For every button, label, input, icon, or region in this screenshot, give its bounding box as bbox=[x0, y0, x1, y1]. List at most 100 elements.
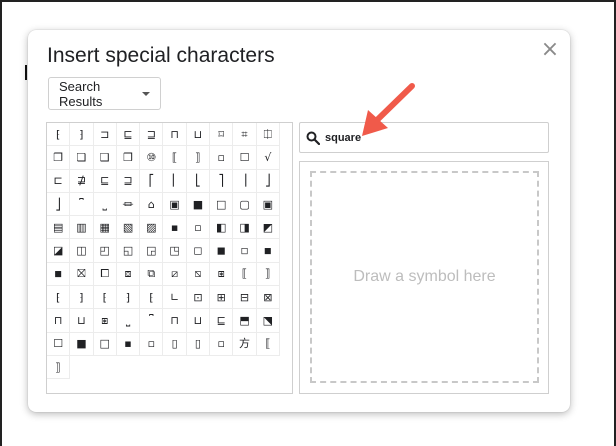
symbol-cell[interactable]: ⊓ bbox=[47, 309, 71, 333]
symbol-cell[interactable]: ⎵ bbox=[116, 309, 141, 333]
symbol-cell[interactable]: ⌗ bbox=[233, 123, 257, 147]
symbol-cell[interactable]: ⁆ bbox=[70, 123, 94, 147]
symbol-cell[interactable]: ⎦ bbox=[47, 192, 71, 217]
symbol-cell[interactable]: ⎥ bbox=[233, 169, 257, 193]
symbol-cell[interactable]: ⧄ bbox=[163, 262, 187, 287]
symbol-cell[interactable]: ▣ bbox=[256, 192, 280, 217]
symbol-cell[interactable]: ▣ bbox=[163, 192, 187, 217]
symbol-cell[interactable]: ⎢ bbox=[163, 169, 187, 193]
symbol-cell[interactable]: ⁅ bbox=[93, 286, 117, 310]
draw-symbol-canvas[interactable]: Draw a symbol here bbox=[310, 171, 539, 383]
symbol-cell[interactable]: ▯ bbox=[186, 332, 211, 356]
symbol-cell[interactable]: ⧈ bbox=[116, 262, 141, 287]
symbol-cell[interactable]: ⎤ bbox=[210, 169, 234, 193]
symbol-cell[interactable]: ⁅ bbox=[47, 286, 71, 310]
symbol-cell[interactable]: ◼ bbox=[210, 239, 234, 263]
symbol-cell[interactable]: ⊑ bbox=[93, 169, 117, 193]
symbol-search-field[interactable] bbox=[299, 122, 549, 153]
symbol-cell[interactable]: ▤ bbox=[47, 216, 71, 240]
symbol-cell[interactable]: ⊓ bbox=[163, 123, 187, 147]
symbol-cell[interactable]: ▪ bbox=[116, 332, 141, 356]
symbol-cell[interactable]: ⊑ bbox=[116, 123, 141, 147]
symbol-cell[interactable]: ⧆ bbox=[210, 262, 234, 287]
symbol-cell[interactable]: ⛝ bbox=[70, 262, 94, 287]
symbol-cell[interactable]: 方 bbox=[233, 332, 257, 356]
symbol-cell[interactable]: ▫ bbox=[210, 332, 234, 356]
symbol-cell[interactable]: √ bbox=[256, 146, 280, 170]
symbol-cell[interactable]: ⧆ bbox=[93, 309, 117, 333]
symbol-cell[interactable]: ◾ bbox=[47, 262, 71, 287]
symbol-cell[interactable]: ▪ bbox=[163, 216, 187, 240]
symbol-cell[interactable]: ⊐ bbox=[93, 123, 117, 147]
symbol-cell[interactable]: ❐ bbox=[47, 146, 71, 170]
symbol-cell[interactable]: ⎣ bbox=[186, 169, 211, 193]
symbol-cell[interactable]: ⊒ bbox=[116, 169, 141, 193]
symbol-cell[interactable]: ◾ bbox=[256, 239, 280, 263]
symbol-cell[interactable]: ◰ bbox=[93, 239, 117, 263]
symbol-cell[interactable]: ⊔ bbox=[186, 123, 211, 147]
symbol-cell[interactable]: ⁅ bbox=[140, 286, 164, 310]
symbol-cell[interactable]: ◧ bbox=[210, 216, 234, 240]
symbol-cell[interactable]: ❑ bbox=[93, 146, 117, 170]
symbol-cell[interactable]: ⊏ bbox=[47, 169, 71, 193]
symbol-cell[interactable]: ▫ bbox=[186, 216, 211, 240]
symbol-cell[interactable]: ⊔ bbox=[186, 309, 211, 333]
search-input[interactable] bbox=[325, 131, 525, 144]
symbol-cell[interactable]: ▯ bbox=[163, 332, 187, 356]
symbol-cell[interactable]: ⊞ bbox=[210, 286, 234, 310]
symbol-cell[interactable]: ◳ bbox=[163, 239, 187, 263]
symbol-cell[interactable]: ⎡ bbox=[140, 169, 164, 193]
symbol-cell[interactable]: ⟧ bbox=[47, 355, 71, 380]
symbol-cell[interactable]: ⊑ bbox=[210, 309, 234, 333]
symbol-cell[interactable]: □ bbox=[210, 192, 234, 217]
symbol-cell[interactable]: ⎴ bbox=[70, 192, 94, 217]
symbol-cell[interactable]: ▨ bbox=[140, 216, 164, 240]
symbol-cell[interactable]: ◲ bbox=[140, 239, 164, 263]
symbol-cell[interactable]: ☐ bbox=[233, 146, 257, 170]
symbol-cell[interactable]: ⁅ bbox=[47, 123, 71, 147]
symbol-cell[interactable]: ❒ bbox=[116, 146, 141, 170]
symbol-cell[interactable]: ⌂ bbox=[140, 192, 164, 217]
symbol-cell[interactable]: ◱ bbox=[116, 239, 141, 263]
symbol-cell[interactable]: ⊡ bbox=[186, 286, 211, 310]
symbol-cell[interactable]: □ bbox=[93, 332, 117, 356]
symbol-cell[interactable]: ◻ bbox=[186, 239, 211, 263]
symbol-cell[interactable]: ⎦ bbox=[256, 169, 280, 193]
symbol-cell[interactable]: ⋣ bbox=[70, 169, 94, 193]
category-dropdown[interactable]: Search Results bbox=[48, 77, 161, 110]
symbol-cell[interactable]: ⑩ bbox=[140, 146, 164, 170]
symbol-cell[interactable]: ⟦ bbox=[233, 262, 257, 287]
symbol-cell[interactable]: ⎴ bbox=[140, 309, 164, 333]
symbol-cell[interactable]: ⊟ bbox=[233, 286, 257, 310]
symbol-cell[interactable]: ■ bbox=[70, 332, 94, 356]
symbol-cell[interactable]: ⎅ bbox=[256, 123, 280, 147]
symbol-cell[interactable]: ⬔ bbox=[256, 309, 280, 333]
symbol-cell[interactable]: ◩ bbox=[256, 216, 280, 240]
symbol-cell[interactable]: ⟦ bbox=[256, 332, 280, 356]
symbol-cell[interactable]: ◫ bbox=[70, 239, 94, 263]
symbol-cell[interactable]: ◽ bbox=[233, 239, 257, 263]
symbol-cell[interactable]: ▫ bbox=[210, 146, 234, 170]
symbol-cell[interactable]: ■ bbox=[186, 192, 211, 217]
symbol-cell[interactable]: ⟦ bbox=[163, 146, 187, 170]
symbol-cell[interactable]: ▥ bbox=[70, 216, 94, 240]
symbol-cell[interactable]: ⧅ bbox=[186, 262, 211, 287]
symbol-cell[interactable]: ⊓ bbox=[163, 309, 187, 333]
symbol-cell[interactable]: ⧉ bbox=[140, 262, 164, 287]
symbol-cell[interactable]: ▦ bbox=[93, 216, 117, 240]
symbol-cell[interactable]: ◨ bbox=[233, 216, 257, 240]
symbol-cell[interactable]: ⁆ bbox=[70, 286, 94, 310]
symbol-cell[interactable]: ∟ bbox=[163, 286, 187, 310]
symbol-cell[interactable]: ⧠ bbox=[93, 262, 117, 287]
symbol-cell[interactable]: ⁆ bbox=[116, 286, 141, 310]
symbol-cell[interactable]: ▢ bbox=[233, 192, 257, 217]
symbol-cell[interactable]: ⏛ bbox=[116, 192, 141, 217]
symbol-cell[interactable]: ⊠ bbox=[256, 286, 280, 310]
symbol-cell[interactable]: ⎵ bbox=[93, 192, 117, 217]
symbol-cell[interactable]: ⌑ bbox=[210, 123, 234, 147]
symbol-cell[interactable]: ❏ bbox=[70, 146, 94, 170]
symbol-cell[interactable]: ▧ bbox=[116, 216, 141, 240]
symbol-cell[interactable]: ⊔ bbox=[70, 309, 94, 333]
symbol-cell[interactable]: ⊒ bbox=[140, 123, 164, 147]
symbol-cell[interactable]: ⟧ bbox=[186, 146, 211, 170]
